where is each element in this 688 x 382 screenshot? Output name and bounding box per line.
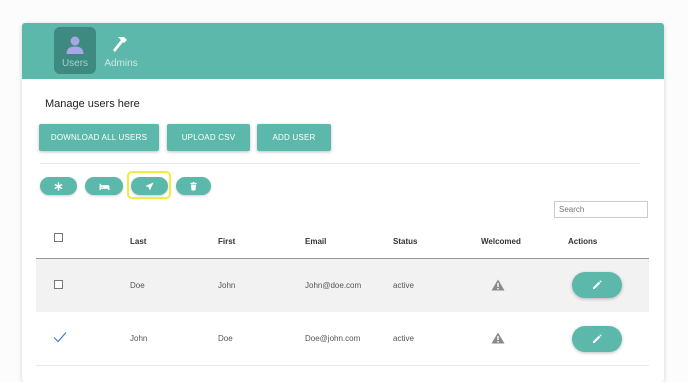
cell-status: active: [393, 334, 414, 343]
tab-admins[interactable]: Admins: [100, 27, 142, 74]
cell-first: Doe: [218, 334, 233, 343]
bed-icon: [99, 183, 109, 190]
cell-last: Doe: [130, 281, 145, 290]
tab-admins-label: Admins: [104, 58, 138, 69]
cell-status: active: [393, 281, 414, 290]
select-all-checkbox[interactable]: [54, 233, 63, 242]
cell-last: John: [130, 334, 148, 343]
edit-button[interactable]: [572, 272, 622, 298]
column-header-welcomed[interactable]: Welcomed: [481, 237, 521, 246]
sleep-action-button[interactable]: [85, 177, 123, 195]
pencil-icon: [593, 334, 602, 343]
asterisk-icon: [54, 181, 63, 191]
hammer-icon: [113, 37, 127, 52]
send-action-highlight: [127, 171, 171, 199]
cell-first: John: [218, 281, 236, 290]
column-header-actions: Actions: [568, 237, 598, 246]
row-checkbox[interactable]: [54, 280, 63, 289]
search-input[interactable]: [554, 201, 648, 218]
column-header-last[interactable]: Last: [130, 237, 146, 246]
delete-action-button[interactable]: [176, 177, 211, 195]
settings-action-button[interactable]: [40, 177, 77, 195]
column-header-status[interactable]: Status: [393, 237, 417, 246]
page-title: Manage users here: [45, 98, 140, 110]
cell-email: Doe@john.com: [305, 334, 361, 343]
trash-icon: [190, 181, 197, 191]
cell-email: John@doe.com: [305, 281, 362, 290]
edit-button[interactable]: [572, 326, 622, 352]
upload-csv-button[interactable]: UPLOAD CSV: [167, 124, 250, 151]
tab-users-label: Users: [61, 58, 89, 69]
warning-icon: [491, 332, 505, 344]
tab-users[interactable]: Users: [54, 27, 96, 74]
users-panel: Users Admins Manage users here DOWNLOAD …: [22, 23, 664, 382]
table-row[interactable]: John Doe Doe@john.com active: [36, 312, 649, 366]
add-user-button[interactable]: ADD USER: [257, 124, 331, 151]
warning-icon: [491, 279, 505, 291]
column-header-first[interactable]: First: [218, 237, 235, 246]
pencil-icon: [593, 280, 602, 289]
checkmark-icon[interactable]: [53, 331, 67, 343]
table-row[interactable]: Doe John John@doe.com active: [36, 259, 649, 312]
user-icon: [66, 36, 84, 54]
download-all-users-button[interactable]: DOWNLOAD ALL USERS: [39, 124, 159, 151]
section-divider: [40, 163, 640, 164]
top-nav-bar: Users Admins: [22, 23, 664, 79]
column-header-email[interactable]: Email: [305, 237, 326, 246]
